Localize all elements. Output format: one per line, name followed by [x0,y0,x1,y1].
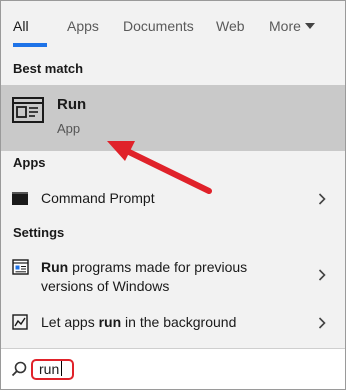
tab-apps[interactable]: Apps [67,18,99,34]
background-apps-label: Let apps run in the background [41,313,236,332]
tab-all[interactable]: All [13,18,29,34]
list-item-run-previous-versions[interactable]: Run programs made for previous versions … [1,251,345,303]
tab-more-label: More [269,18,301,34]
run-bold-text: Run [41,259,69,275]
settings-header: Settings [13,225,65,240]
run-previous-versions-label: Run programs made for previous versions … [41,258,247,296]
search-panel: All Apps Documents Web More Best match R… [0,0,346,390]
compatibility-settings-icon [12,259,29,275]
tab-more[interactable]: More [269,18,315,34]
search-bar[interactable]: run [1,348,345,389]
chevron-right-icon[interactable] [318,317,326,329]
apps-header: Apps [13,155,46,170]
filter-tabs: All Apps Documents Web More [1,1,345,49]
run-rest-text: programs made for previous [68,259,248,275]
tab-web[interactable]: Web [216,18,245,34]
background-post-text: in the background [121,314,237,330]
background-bold-text: run [98,314,122,330]
caret-down-icon [304,23,315,29]
background-pre-text: Let apps [41,314,99,330]
best-match-run[interactable]: Run App [1,85,345,151]
tab-documents[interactable]: Documents [123,18,194,34]
search-input[interactable]: run [39,361,62,377]
search-icon [11,361,27,377]
background-apps-icon [12,314,28,330]
run-app-icon [12,97,44,123]
command-prompt-icon [12,192,28,205]
list-item-background-apps[interactable]: Let apps run in the background [1,307,345,339]
list-item-command-prompt[interactable]: Command Prompt [1,183,345,215]
best-match-title: Run [57,96,87,113]
best-match-subtitle: App [57,121,81,136]
active-tab-indicator [13,43,47,47]
chevron-right-icon[interactable] [318,193,326,205]
chevron-right-icon[interactable] [318,269,326,281]
run-line2-text: versions of Windows [41,278,170,294]
best-match-header: Best match [13,61,84,76]
command-prompt-label: Command Prompt [41,190,155,206]
